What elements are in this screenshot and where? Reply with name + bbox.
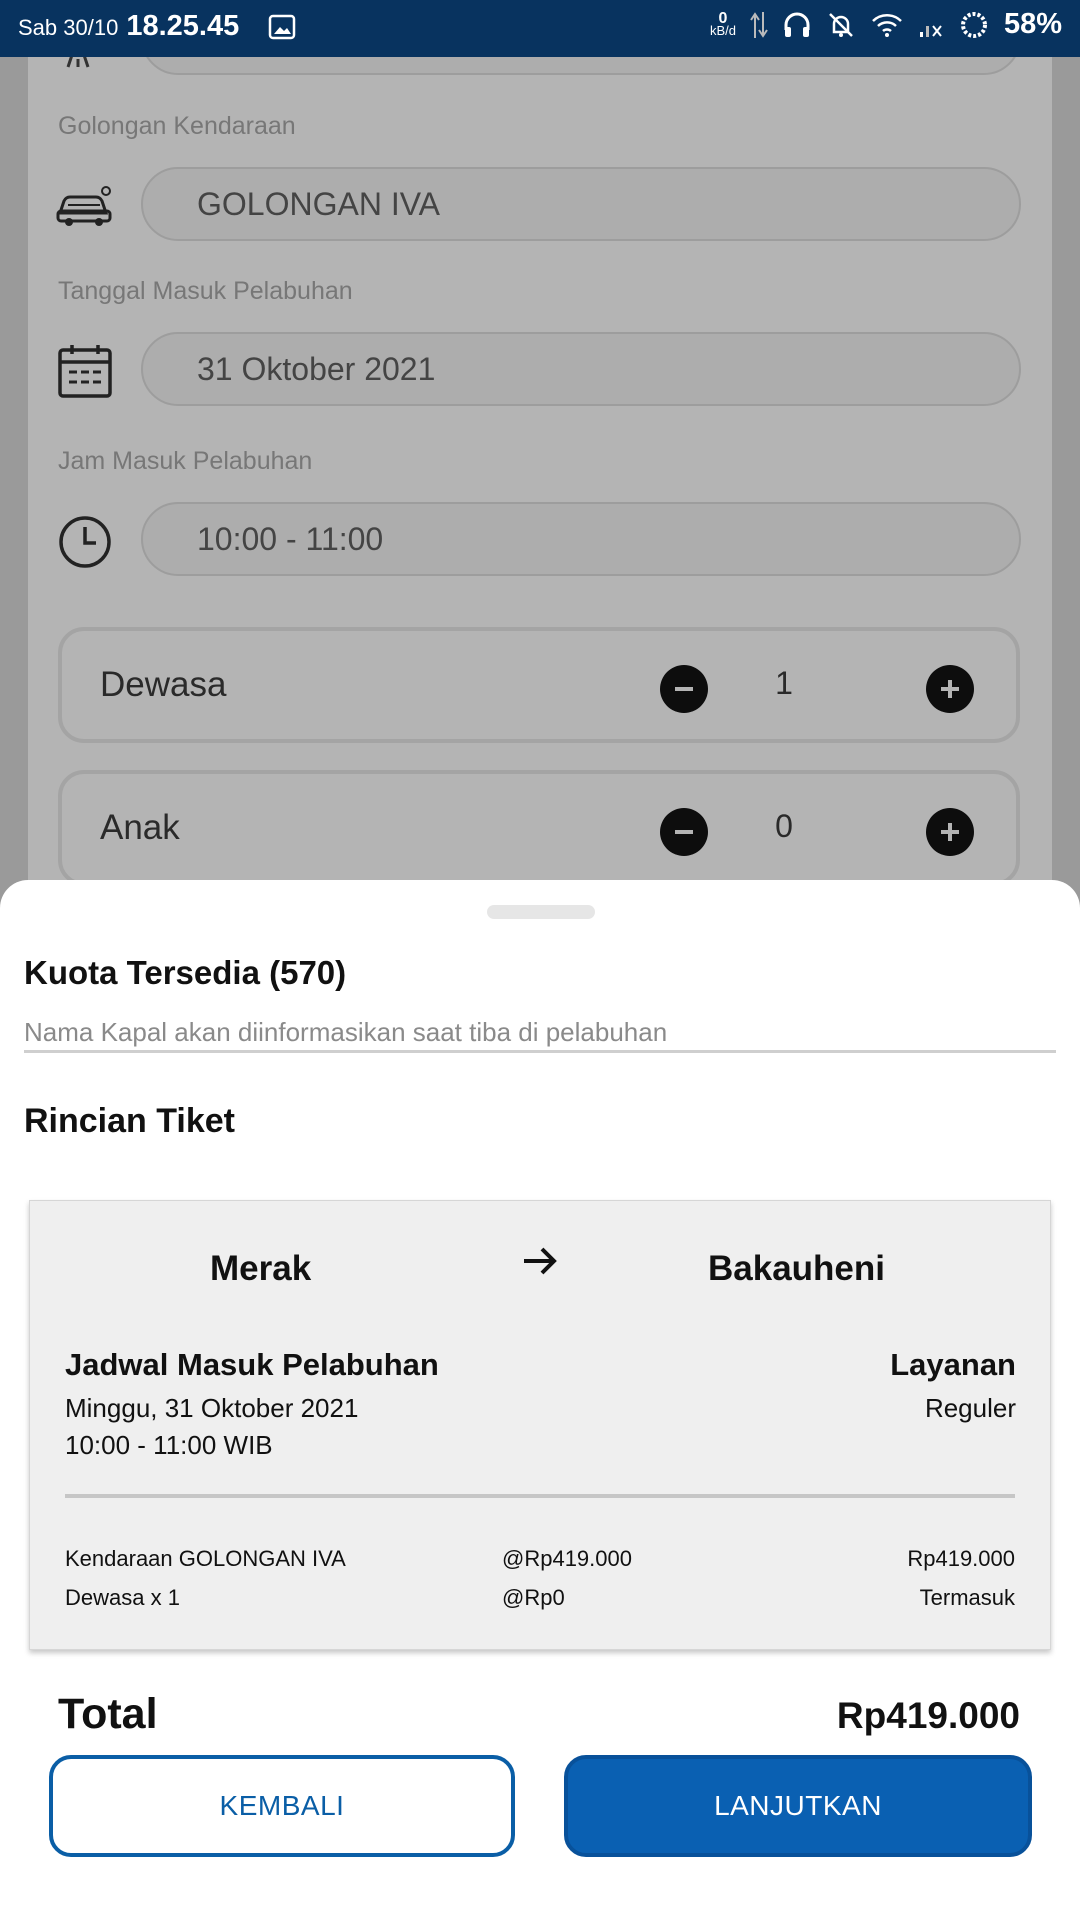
bell-off-icon bbox=[829, 12, 853, 37]
price-line-amount: Termasuk bbox=[919, 1585, 1015, 1610]
counter-child: Anak 0 bbox=[58, 770, 1020, 886]
schedule-time: 10:00 - 11:00 WIB bbox=[65, 1430, 273, 1460]
route-destination: Bakauheni bbox=[708, 1249, 885, 1288]
counter-adult: Dewasa 1 bbox=[58, 627, 1020, 743]
time-label: Jam Masuk Pelabuhan bbox=[58, 447, 313, 475]
price-line-item: Kendaraan GOLONGAN IVA bbox=[65, 1546, 346, 1571]
counter-child-label: Anak bbox=[100, 808, 180, 847]
service-title: Layanan bbox=[890, 1347, 1016, 1382]
schedule-date: Minggu, 31 Oktober 2021 bbox=[65, 1393, 359, 1423]
counter-adult-value: 1 bbox=[775, 665, 793, 701]
status-icons: 0 kB/d 58% bbox=[710, 8, 1062, 41]
network-speed: 0 kB/d bbox=[709, 10, 736, 38]
wifi-icon bbox=[872, 13, 902, 37]
total-value: Rp419.000 bbox=[836, 1695, 1020, 1736]
data-arrows-icon bbox=[750, 11, 768, 38]
background-form: Golongan Kendaraan GOLONGAN IVA Tanggal … bbox=[0, 1, 1080, 957]
increment-child-button[interactable] bbox=[926, 808, 974, 856]
date-field[interactable]: 31 Oktober 2021 bbox=[141, 332, 1021, 406]
decrement-adult-button[interactable] bbox=[660, 665, 708, 713]
price-line-item: Dewasa x 1 bbox=[65, 1585, 180, 1610]
image-icon bbox=[268, 14, 296, 40]
status-date: Sab 30/10 bbox=[18, 15, 119, 40]
network-speed-unit: kB/d bbox=[709, 22, 736, 38]
battery-ring-icon bbox=[960, 11, 987, 38]
ticket-detail-title: Rincian Tiket bbox=[24, 1102, 235, 1140]
bottom-sheet: Kuota Tersedia (570) Nama Kapal akan dii… bbox=[0, 880, 1080, 1920]
quota-title: Kuota Tersedia (570) bbox=[24, 954, 347, 991]
calendar-icon bbox=[58, 345, 112, 398]
schedule-title: Jadwal Masuk Pelabuhan bbox=[65, 1347, 439, 1382]
battery-percent: 58% bbox=[1003, 8, 1062, 40]
price-line-unit: @Rp0 bbox=[502, 1585, 565, 1610]
arrow-right-icon bbox=[524, 1247, 557, 1275]
status-time: 18.25.45 bbox=[126, 10, 240, 42]
clock-icon bbox=[59, 516, 111, 568]
time-field[interactable]: 10:00 - 11:00 bbox=[141, 502, 1021, 576]
headphones-icon bbox=[784, 12, 810, 37]
plus-icon bbox=[941, 823, 959, 841]
price-line-unit: @Rp419.000 bbox=[502, 1546, 632, 1571]
minus-icon bbox=[675, 830, 693, 834]
sheet-drag-handle[interactable] bbox=[487, 905, 595, 919]
date-label: Tanggal Masuk Pelabuhan bbox=[58, 277, 353, 305]
status-bar: Sab 30/10 18.25.45 0 kB/d 58% bbox=[0, 0, 1080, 57]
plus-icon bbox=[941, 680, 959, 698]
ticket-card: Merak Bakauheni Jadwal Masuk Pelabuhan M… bbox=[29, 1200, 1051, 1650]
divider bbox=[65, 1494, 1015, 1498]
minus-icon bbox=[675, 687, 693, 691]
price-line-amount: Rp419.000 bbox=[907, 1546, 1015, 1571]
counter-child-value: 0 bbox=[775, 808, 793, 844]
counter-adult-label: Dewasa bbox=[100, 665, 227, 704]
increment-adult-button[interactable] bbox=[926, 665, 974, 713]
form-card: Golongan Kendaraan GOLONGAN IVA Tanggal … bbox=[28, 1, 1052, 957]
ship-note: Nama Kapal akan diinformasikan saat tiba… bbox=[24, 1017, 668, 1047]
vehicle-class-field[interactable]: GOLONGAN IVA bbox=[141, 167, 1021, 241]
back-button[interactable]: KEMBALI bbox=[49, 1755, 515, 1857]
total-label: Total bbox=[58, 1690, 158, 1738]
vehicle-class-label: Golongan Kendaraan bbox=[58, 112, 296, 140]
signal-icon bbox=[919, 24, 942, 37]
continue-button[interactable]: LANJUTKAN bbox=[564, 1755, 1032, 1857]
route-origin: Merak bbox=[210, 1249, 312, 1288]
divider bbox=[24, 1050, 1056, 1053]
service-value: Reguler bbox=[924, 1393, 1016, 1423]
decrement-child-button[interactable] bbox=[660, 808, 708, 856]
car-icon bbox=[56, 186, 112, 226]
status-datetime: Sab 30/10 18.25.45 bbox=[18, 10, 239, 43]
